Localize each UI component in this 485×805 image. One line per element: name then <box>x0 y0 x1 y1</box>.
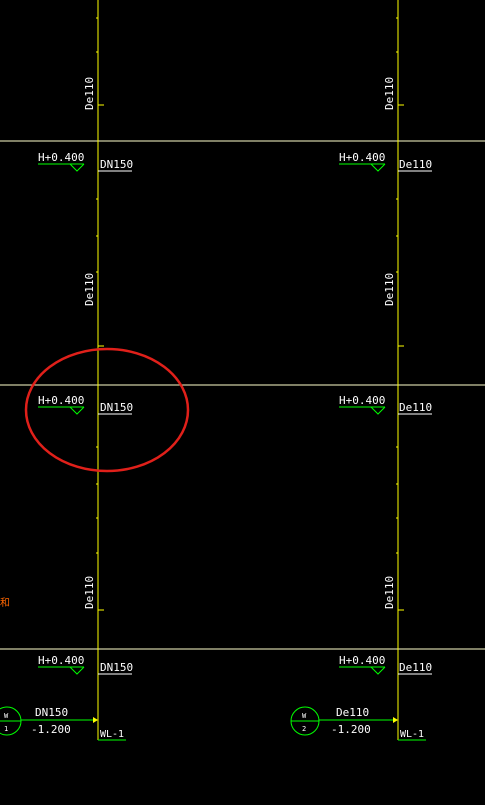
right-riser-label-1: De110 <box>383 77 396 110</box>
left-riser-ticks <box>96 17 104 611</box>
cad-drawing-canvas: De110 De110 De110 De110 De110 De110 H+0.… <box>0 0 485 741</box>
floor-1-left-elevation: H+0.400 <box>38 151 84 164</box>
floor-3-right-pipe-size: De110 <box>399 661 432 674</box>
left-riser-label-3: De110 <box>83 576 96 609</box>
left-outlet-symbol-bottom: 1 <box>4 725 8 733</box>
floor-3-left-pipe-size: DN150 <box>100 661 133 674</box>
right-outlet-symbol-bottom: 2 <box>302 725 306 733</box>
floor-3-left-elevation: H+0.400 <box>38 654 84 667</box>
right-outlet-elevation: -1.200 <box>331 723 371 736</box>
left-riser-label-2: De110 <box>83 273 96 306</box>
right-riser-label-3: De110 <box>383 576 396 609</box>
right-outlet-size: De110 <box>336 706 369 719</box>
floor-1-right-elevation: H+0.400 <box>339 151 385 164</box>
floor-2-left-elevation: H+0.400 <box>38 394 84 407</box>
floor-2-right-elevation: H+0.400 <box>339 394 385 407</box>
left-riser-tag: WL-1 <box>100 729 124 740</box>
left-outlet-size: DN150 <box>35 706 68 719</box>
right-riser-label-2: De110 <box>383 273 396 306</box>
left-outlet-elevation: -1.200 <box>31 723 71 736</box>
right-riser-tag: WL-1 <box>400 729 424 740</box>
right-riser-ticks <box>396 17 404 611</box>
floor-3-right-elevation: H+0.400 <box>339 654 385 667</box>
left-outlet-symbol-top: W <box>4 712 9 720</box>
floor-2-right-pipe-size: De110 <box>399 401 432 414</box>
floor-2-left-pipe-size: DN150 <box>100 401 133 414</box>
floor-1-right-pipe-size: De110 <box>399 158 432 171</box>
stray-text: 和 <box>0 597 10 609</box>
right-outlet-symbol-top: W <box>302 712 307 720</box>
floor-1-left-pipe-size: DN150 <box>100 158 133 171</box>
left-riser-label-1: De110 <box>83 77 96 110</box>
